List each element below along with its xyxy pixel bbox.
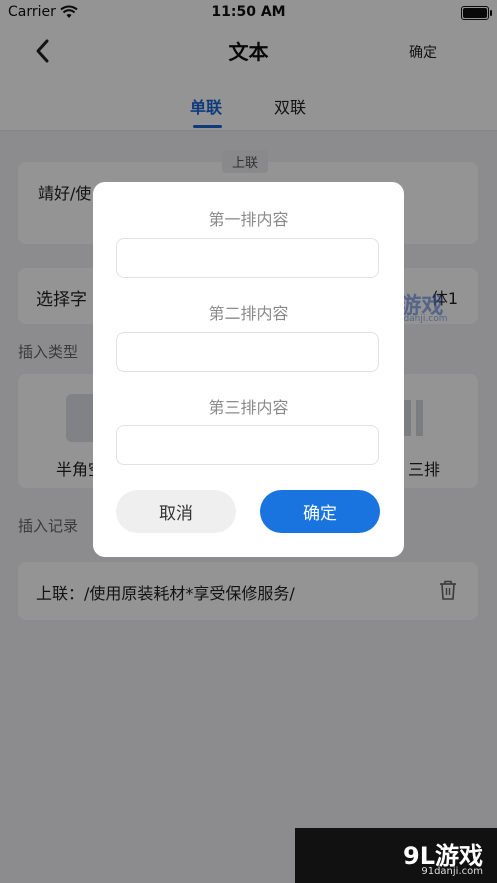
row3-label: 第三排内容	[208, 398, 289, 417]
ok-button[interactable]: 确定	[260, 490, 380, 533]
watermark-banner: 9L游戏 91danji.com	[295, 828, 497, 883]
cancel-button[interactable]: 取消	[116, 490, 236, 533]
row1-input[interactable]	[116, 238, 379, 278]
watermark-url: 91danji.com	[421, 866, 483, 877]
row2-input[interactable]	[116, 332, 379, 372]
content-dialog: 第一排内容 第二排内容 第三排内容 取消 确定	[93, 182, 404, 557]
ok-button-label: 确定	[303, 504, 337, 524]
row2-label: 第二排内容	[208, 304, 289, 323]
row1-label: 第一排内容	[208, 210, 289, 229]
row3-input[interactable]	[116, 425, 379, 465]
cancel-button-label: 取消	[159, 504, 193, 524]
